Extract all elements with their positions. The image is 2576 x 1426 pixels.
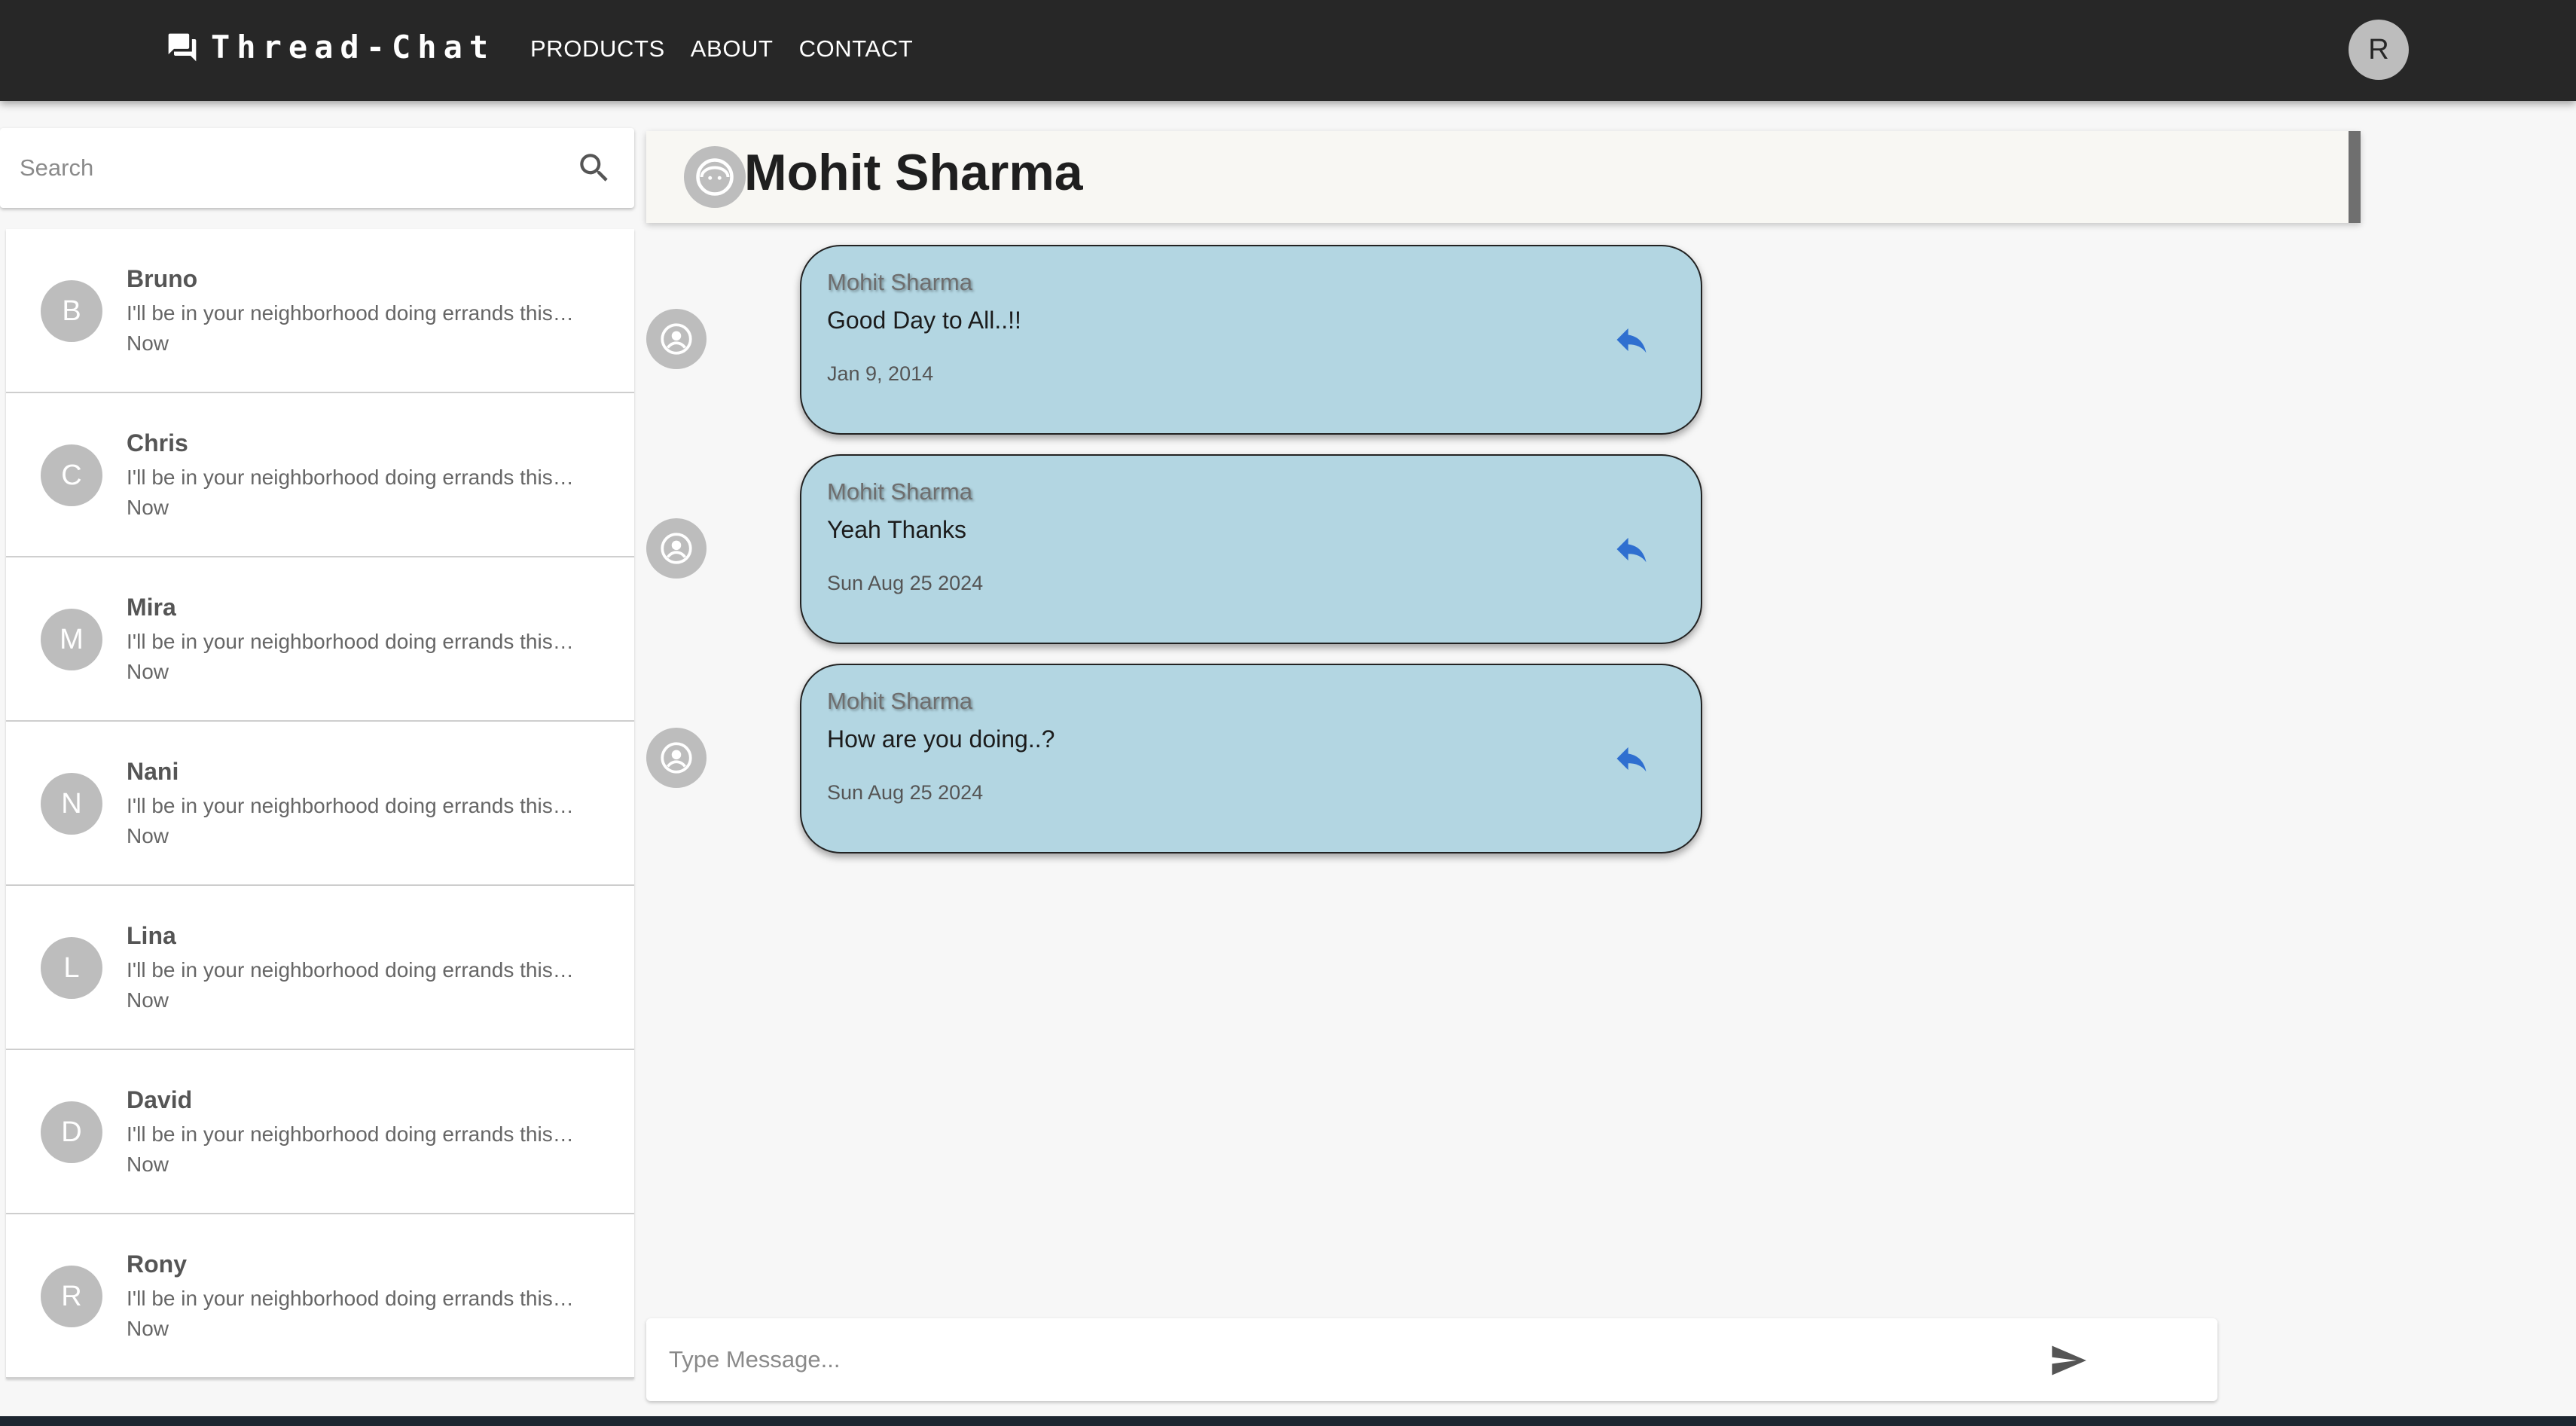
forum-icon bbox=[166, 31, 199, 64]
message-author: Mohit Sharma bbox=[827, 269, 972, 295]
contact-preview: I'll be in your neighborhood doing erran… bbox=[127, 958, 574, 982]
brand-name: Thread-Chat bbox=[211, 29, 496, 66]
account-circle-icon bbox=[646, 728, 707, 788]
contact-item[interactable]: B Bruno I'll be in your neighborhood doi… bbox=[6, 229, 634, 393]
contact-preview: I'll be in your neighborhood doing erran… bbox=[127, 630, 574, 653]
contact-avatar: B bbox=[41, 280, 102, 342]
contact-item[interactable]: N Nani I'll be in your neighborhood doin… bbox=[6, 722, 634, 886]
contact-avatar: L bbox=[41, 937, 102, 999]
user-avatar[interactable]: R bbox=[2349, 20, 2409, 80]
contact-time: Now bbox=[127, 824, 169, 847]
message-bubble: Mohit Sharma How are you doing..? Sun Au… bbox=[800, 664, 1702, 853]
message-bubble: Mohit Sharma Yeah Thanks Sun Aug 25 2024 bbox=[800, 454, 1702, 644]
send-icon[interactable] bbox=[2049, 1341, 2088, 1380]
contact-item[interactable]: D David I'll be in your neighborhood doi… bbox=[6, 1050, 634, 1214]
contact-name: Lina bbox=[127, 922, 176, 949]
contact-avatar: N bbox=[41, 773, 102, 835]
contact-item[interactable]: L Lina I'll be in your neighborhood doin… bbox=[6, 886, 634, 1050]
message-row: Mohit Sharma Yeah Thanks Sun Aug 25 2024 bbox=[646, 450, 2454, 660]
contact-avatar: C bbox=[41, 444, 102, 506]
contact-name: Nani bbox=[127, 758, 179, 785]
message-date: Sun Aug 25 2024 bbox=[827, 572, 984, 594]
conversation-sidebar: B Bruno I'll be in your neighborhood doi… bbox=[0, 101, 636, 1426]
contact-preview: I'll be in your neighborhood doing erran… bbox=[127, 466, 574, 489]
contact-name: David bbox=[127, 1086, 193, 1113]
contact-item[interactable]: M Mira I'll be in your neighborhood doin… bbox=[6, 557, 634, 722]
contact-preview: I'll be in your neighborhood doing erran… bbox=[127, 301, 574, 325]
message-row: Mohit Sharma Good Day to All..!! Jan 9, … bbox=[646, 241, 2454, 450]
nav-contact[interactable]: CONTACT bbox=[799, 35, 914, 63]
message-composer bbox=[646, 1318, 2217, 1401]
contact-name: Mira bbox=[127, 594, 176, 621]
message-author: Mohit Sharma bbox=[827, 478, 972, 505]
message-date: Sun Aug 25 2024 bbox=[827, 781, 984, 804]
contact-time: Now bbox=[127, 1153, 169, 1176]
search-icon[interactable] bbox=[575, 149, 613, 187]
reply-icon[interactable] bbox=[1612, 739, 1651, 778]
contact-avatar: D bbox=[41, 1101, 102, 1163]
message-text: Good Day to All..!! bbox=[827, 307, 1021, 334]
contact-list: B Bruno I'll be in your neighborhood doi… bbox=[6, 229, 634, 1379]
chat-avatar-icon bbox=[684, 146, 746, 208]
contact-time: Now bbox=[127, 988, 169, 1012]
reply-icon[interactable] bbox=[1612, 530, 1651, 569]
account-circle-icon bbox=[646, 309, 707, 369]
message-input[interactable] bbox=[667, 1338, 2098, 1382]
bottom-edge bbox=[0, 1416, 2576, 1426]
message-list: Mohit Sharma Good Day to All..!! Jan 9, … bbox=[646, 241, 2454, 869]
brand[interactable]: Thread-Chat bbox=[166, 29, 495, 66]
contact-time: Now bbox=[127, 1317, 169, 1340]
contact-name: Rony bbox=[127, 1250, 187, 1278]
nav-products[interactable]: PRODUCTS bbox=[530, 35, 665, 63]
message-author: Mohit Sharma bbox=[827, 688, 972, 714]
message-date: Jan 9, 2014 bbox=[827, 362, 934, 385]
contact-item[interactable]: C Chris I'll be in your neighborhood doi… bbox=[6, 393, 634, 557]
message-bubble: Mohit Sharma Good Day to All..!! Jan 9, … bbox=[800, 245, 1702, 435]
main-nav: PRODUCTS ABOUT CONTACT bbox=[530, 35, 913, 63]
contact-preview: I'll be in your neighborhood doing erran… bbox=[127, 1122, 574, 1146]
search-input[interactable] bbox=[18, 145, 545, 191]
contact-time: Now bbox=[127, 331, 169, 355]
contact-item[interactable]: R Rony I'll be in your neighborhood doin… bbox=[6, 1214, 634, 1379]
message-text: Yeah Thanks bbox=[827, 516, 967, 543]
contact-name: Bruno bbox=[127, 265, 198, 292]
contact-avatar: R bbox=[41, 1266, 102, 1327]
message-row: Mohit Sharma How are you doing..? Sun Au… bbox=[646, 660, 2454, 869]
message-text: How are you doing..? bbox=[827, 725, 1055, 753]
chat-title: Mohit Sharma bbox=[744, 144, 1083, 201]
reply-icon[interactable] bbox=[1612, 320, 1651, 359]
account-circle-icon bbox=[646, 518, 707, 579]
search-box bbox=[0, 128, 634, 208]
contact-time: Now bbox=[127, 496, 169, 519]
contact-name: Chris bbox=[127, 429, 188, 457]
contact-preview: I'll be in your neighborhood doing erran… bbox=[127, 1287, 574, 1310]
app-bar: Thread-Chat PRODUCTS ABOUT CONTACT R bbox=[0, 0, 2576, 101]
contact-preview: I'll be in your neighborhood doing erran… bbox=[127, 794, 574, 817]
contact-time: Now bbox=[127, 660, 169, 683]
contact-avatar: M bbox=[41, 609, 102, 670]
chat-header: Mohit Sharma bbox=[646, 131, 2361, 223]
nav-about[interactable]: ABOUT bbox=[691, 35, 774, 63]
